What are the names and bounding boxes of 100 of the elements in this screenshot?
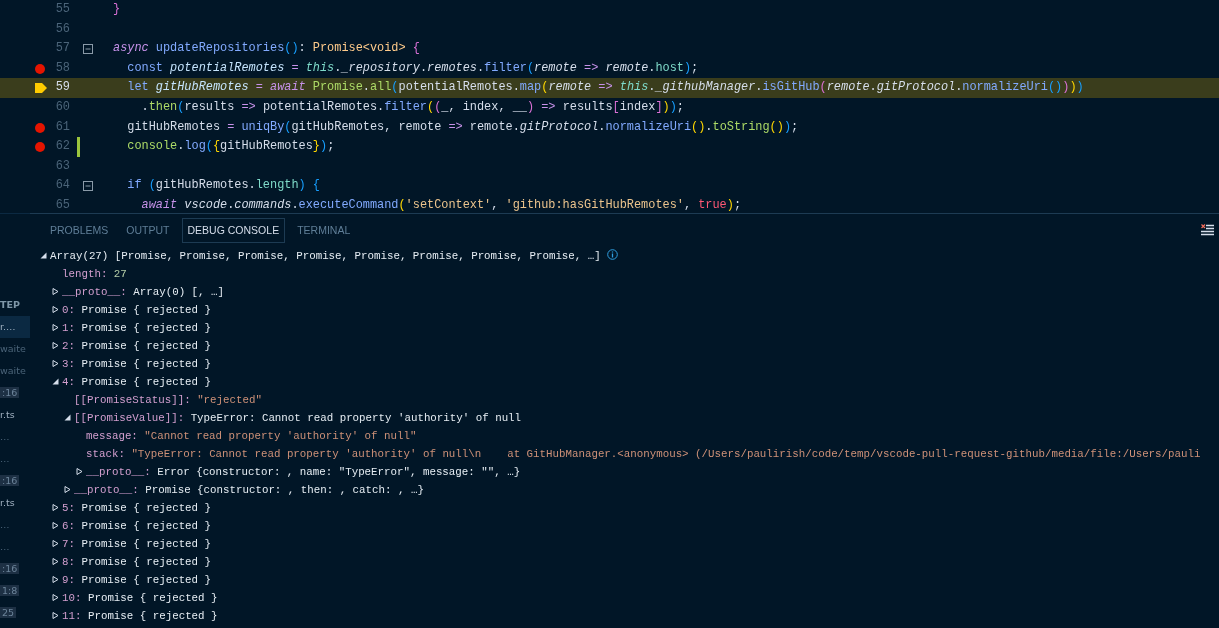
line-number: 56 — [55, 20, 70, 38]
property-key: 5: — [62, 502, 75, 514]
line-number: 58 — [55, 59, 70, 77]
collapsed-arrow-icon[interactable] — [52, 594, 59, 601]
code-line: console.log({gitHubRemotes}); — [126, 138, 335, 156]
sidebar-item[interactable]: … — [0, 448, 30, 470]
collapsed-arrow-icon[interactable] — [52, 504, 59, 511]
collapsed-arrow-icon[interactable] — [64, 486, 71, 493]
property-key: __proto__: — [74, 484, 139, 496]
sidebar-item[interactable]: … — [0, 426, 30, 448]
property-value: Promise { rejected } — [81, 538, 212, 550]
line-number: 60 — [55, 98, 70, 116]
property-value: Array(27) [Promise, Promise, Promise, Promise, Promise, Promise, Promise, Promise, …] — [50, 250, 601, 262]
property-value: Promise { rejected } — [87, 610, 218, 622]
panel-tab[interactable]: TERMINAL — [291, 217, 357, 244]
property-value: Promise { rejected } — [81, 574, 212, 586]
panel-tab[interactable]: PROBLEMS — [44, 217, 115, 244]
line-number: 61 — [55, 118, 70, 136]
property-value: Promise { rejected } — [81, 358, 212, 370]
collapsed-arrow-icon[interactable] — [52, 324, 59, 331]
property-key: 0: — [62, 304, 75, 316]
property-key: [[PromiseStatus]]: — [74, 394, 191, 406]
property-key: 9: — [62, 574, 75, 586]
sidebar-item[interactable]: r.ts — [0, 492, 30, 514]
property-key: message: — [86, 430, 138, 442]
count-badge: :16 — [0, 475, 20, 486]
breakpoint-dot[interactable] — [35, 142, 45, 153]
collapse-icon[interactable] — [83, 44, 93, 55]
line-number: 65 — [55, 196, 70, 213]
panel-tab[interactable]: DEBUG CONSOLE — [181, 217, 286, 244]
property-key: 6: — [62, 520, 75, 532]
property-value: TypeError: Cannot read property 'authority' of null — [190, 412, 522, 424]
property-key: 7: — [62, 538, 75, 550]
code-line: .then(results => potentialRemotes.filter((_, index, __) => results[index])); — [140, 98, 684, 116]
info-icon[interactable] — [606, 249, 618, 260]
sidebar-item[interactable]: waite — [0, 360, 30, 382]
sidebar-item[interactable]: r.… — [0, 316, 30, 338]
expanded-arrow-icon[interactable] — [52, 378, 59, 385]
collapsed-arrow-icon[interactable] — [52, 306, 59, 313]
line-number: 55 — [55, 1, 70, 18]
code-line: if (gitHubRemotes.length) { — [126, 177, 320, 195]
property-value: 27 — [113, 268, 127, 280]
property-value: Promise { rejected } — [87, 592, 218, 604]
sidebar-item[interactable]: … — [0, 536, 30, 558]
line-number: 57 — [55, 40, 70, 58]
property-value: "TypeError: Cannot read property 'authority' of null\n at GitHubManager.<anonymous> (/Users/paulirish/code/temp/vscode-pull-request-github/media/file:/Users/pauli — [131, 448, 1201, 460]
property-value: Promise { rejected } — [81, 502, 212, 514]
sidebar-item[interactable]: … — [0, 514, 30, 536]
clear-console-icon[interactable] — [1201, 224, 1214, 237]
code-line: const potentialRemotes = this._repository.remotes.filter(remote => remote.host); — [126, 59, 699, 77]
property-key: __proto__: — [86, 466, 151, 478]
code-line: async updateRepositories(): Promise<void> { — [113, 40, 420, 58]
property-key: 8: — [62, 556, 75, 568]
collapsed-arrow-icon[interactable] — [52, 288, 59, 295]
section-header: TEP — [0, 298, 21, 312]
line-number: 62 — [55, 138, 70, 156]
property-key: length: — [62, 268, 108, 280]
line-number: 64 — [55, 177, 70, 195]
property-value: "rejected" — [197, 394, 262, 406]
property-value: Promise { rejected } — [81, 520, 212, 532]
property-value: "Cannot read property 'authority' of null" — [144, 430, 417, 442]
property-value: Promise { rejected } — [81, 556, 212, 568]
property-value: Promise { rejected } — [81, 304, 212, 316]
collapsed-arrow-icon[interactable] — [52, 522, 59, 529]
collapsed-arrow-icon[interactable] — [52, 360, 59, 367]
property-key: 2: — [62, 340, 75, 352]
collapsed-arrow-icon[interactable] — [52, 612, 59, 619]
count-badge: 25 — [0, 607, 17, 618]
collapse-icon[interactable] — [83, 181, 93, 192]
property-key: 11: — [62, 610, 82, 622]
property-value: Error {constructor: , name: "TypeError", message: "", …} — [157, 466, 521, 478]
current-frame-icon — [35, 83, 47, 94]
property-value: Promise { rejected } — [81, 376, 212, 388]
code-line: } — [113, 1, 121, 18]
property-value: Promise { rejected } — [81, 322, 212, 334]
expanded-arrow-icon[interactable] — [64, 414, 71, 421]
property-key: 3: — [62, 358, 75, 370]
sidebar-item[interactable]: r.ts — [0, 404, 30, 426]
count-badge: :16 — [0, 563, 20, 574]
property-key: stack: — [86, 448, 125, 460]
count-badge: :16 — [0, 387, 20, 398]
property-key: 1: — [62, 322, 75, 334]
breakpoint-dot[interactable] — [35, 122, 45, 133]
collapsed-arrow-icon[interactable] — [52, 342, 59, 349]
collapsed-arrow-icon[interactable] — [52, 576, 59, 583]
collapsed-arrow-icon[interactable] — [52, 540, 59, 547]
collapsed-arrow-icon[interactable] — [52, 558, 59, 565]
breakpoint-dot[interactable] — [35, 63, 45, 74]
property-key: 10: — [62, 592, 82, 604]
code-line: await vscode.commands.executeCommand('setContext', 'github:hasGitHubRemotes', true); — [140, 196, 742, 213]
collapsed-arrow-icon[interactable] — [76, 468, 83, 475]
count-badge: 1:8 — [0, 585, 20, 596]
code-line: let gitHubRemotes = await Promise.all(potentialRemotes.map(remote => this._githubManager.isGitHub(remote.gitProtocol.normalizeUri()))) — [126, 79, 1084, 97]
panel-tab[interactable]: OUTPUT — [120, 217, 176, 244]
property-key: 4: — [62, 376, 75, 388]
property-key: [[PromiseValue]]: — [74, 412, 185, 424]
property-key: __proto__: — [62, 286, 127, 298]
expanded-arrow-icon[interactable] — [40, 252, 47, 259]
property-value: Array(0) [, …] — [133, 286, 224, 298]
sidebar-item[interactable]: waite — [0, 338, 30, 360]
